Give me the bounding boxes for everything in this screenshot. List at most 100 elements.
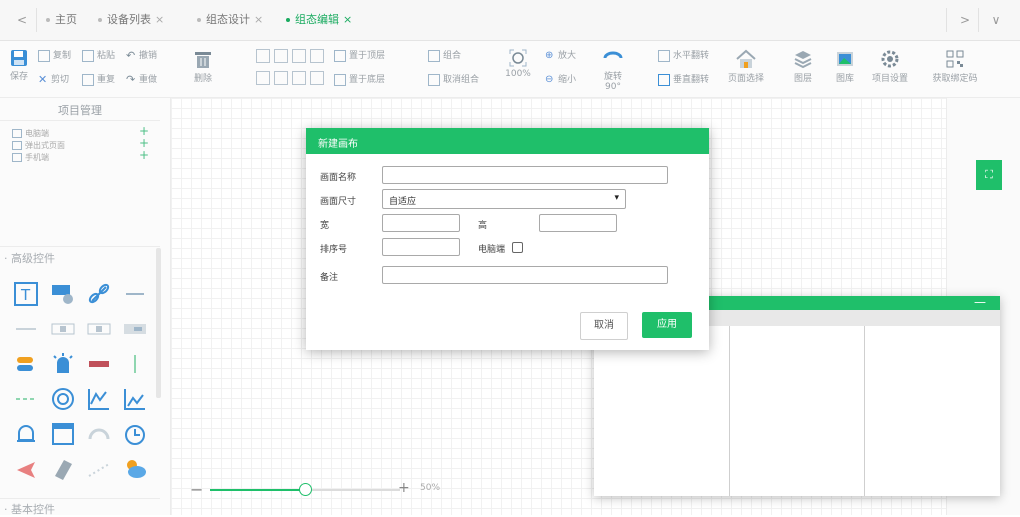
size-select[interactable]: 自适应 ▾ bbox=[382, 189, 626, 209]
hline-widget-icon[interactable] bbox=[13, 316, 39, 342]
left-panel-scrollbar[interactable] bbox=[156, 248, 161, 398]
delete-button[interactable]: 删除 bbox=[190, 49, 216, 84]
cancel-button[interactable]: 取消 bbox=[580, 312, 628, 340]
phone-icon bbox=[12, 153, 22, 162]
align-top-icon[interactable] bbox=[256, 71, 270, 85]
zoom-100-button[interactable]: 100% bbox=[503, 49, 533, 79]
button-widget-icon[interactable] bbox=[50, 281, 76, 307]
zoom-out-button[interactable]: ⊖ 缩小 bbox=[545, 73, 576, 87]
close-icon[interactable]: × bbox=[254, 13, 263, 26]
pipe-widget-icon[interactable] bbox=[13, 386, 39, 412]
eraser-widget-icon[interactable] bbox=[50, 456, 76, 482]
switch-widget-icon[interactable] bbox=[13, 351, 39, 377]
ungroup-button[interactable]: 取消组合 bbox=[428, 73, 479, 87]
rotate-label: 旋转90° bbox=[603, 72, 622, 92]
popup-icon bbox=[12, 141, 22, 150]
tab-menu-button[interactable]: ∨ bbox=[986, 10, 1006, 30]
align-middle-icon[interactable] bbox=[274, 71, 288, 85]
project-settings-button[interactable]: 项目设置 bbox=[870, 49, 910, 84]
text-widget-icon[interactable]: T bbox=[13, 281, 39, 307]
align-left-icon[interactable] bbox=[256, 49, 270, 63]
area-chart-widget-icon[interactable] bbox=[122, 386, 148, 412]
flip-vertical-button[interactable]: 垂直翻转 bbox=[658, 73, 709, 87]
bring-to-top-button[interactable]: 置于顶层 bbox=[334, 49, 385, 63]
vline-widget-icon[interactable] bbox=[122, 351, 148, 377]
layer-up-icon bbox=[334, 49, 346, 62]
tab-device-list[interactable]: 设备列表 × bbox=[98, 11, 164, 29]
bell-widget-icon[interactable] bbox=[13, 421, 39, 447]
dotted-line-widget-icon[interactable] bbox=[86, 456, 112, 482]
cut-button[interactable]: ✕ 剪切 bbox=[38, 73, 69, 87]
project-settings-label: 项目设置 bbox=[871, 74, 908, 84]
project-item-popup[interactable]: 弹出式页面 bbox=[12, 140, 65, 151]
group-button[interactable]: 组合 bbox=[428, 49, 461, 63]
project-item-mobile[interactable]: 手机端 bbox=[12, 152, 49, 163]
tab-prev-button[interactable]: < bbox=[12, 10, 32, 30]
tab-home[interactable]: 主页 bbox=[46, 11, 77, 29]
divider bbox=[0, 120, 160, 121]
close-icon[interactable]: × bbox=[155, 13, 164, 26]
name-input[interactable] bbox=[382, 166, 668, 184]
input-widget-icon[interactable] bbox=[50, 316, 76, 342]
tab-config-edit[interactable]: 组态编辑 × bbox=[286, 11, 352, 29]
order-input[interactable] bbox=[382, 238, 460, 256]
redo2-button[interactable]: ↷ 重做 bbox=[126, 73, 157, 87]
copy-button[interactable]: 复制 bbox=[38, 49, 71, 63]
tab-config-design[interactable]: 组态设计 × bbox=[197, 11, 263, 29]
advanced-controls-title[interactable]: · 高级控件 bbox=[4, 250, 55, 266]
toolbar: 保存 复制 ✕ 剪切 粘贴 重复 ↶ 撤销 ↷ 重做 删除 置于顶层 置于底层 组合 … bbox=[0, 41, 1020, 98]
zoom-in-slider-button[interactable]: + bbox=[398, 480, 410, 496]
line-widget-icon[interactable] bbox=[122, 281, 148, 307]
gallery-button[interactable]: 图库 bbox=[832, 49, 858, 84]
rotate-button[interactable]: 旋转90° bbox=[598, 49, 628, 92]
apply-button[interactable]: 应用 bbox=[642, 312, 692, 338]
line-chart-widget-icon[interactable] bbox=[86, 386, 112, 412]
page-select-button[interactable]: 页面选择 bbox=[728, 49, 764, 84]
remark-input[interactable] bbox=[382, 266, 668, 284]
zoom-in-button[interactable]: ⊕ 放大 bbox=[545, 49, 576, 63]
clock-widget-icon[interactable] bbox=[122, 421, 148, 447]
gauge-widget-icon[interactable] bbox=[50, 386, 76, 412]
align-distribute-v-icon[interactable] bbox=[310, 71, 324, 85]
add-mobile-page-icon[interactable]: + bbox=[139, 148, 149, 162]
save-button[interactable]: 保存 bbox=[8, 49, 30, 82]
link-widget-icon[interactable] bbox=[86, 281, 112, 307]
dialog-title: 新建画布 bbox=[318, 139, 358, 150]
paste-button[interactable]: 粘贴 bbox=[82, 49, 115, 63]
fullscreen-button[interactable]: ⛶ bbox=[976, 160, 1002, 190]
alarm-widget-icon[interactable] bbox=[50, 351, 76, 377]
get-qrcode-button[interactable]: 获取绑定码 bbox=[930, 49, 980, 84]
zoom-fit-icon bbox=[509, 49, 527, 67]
bar-widget-icon[interactable] bbox=[86, 351, 112, 377]
weather-widget-icon[interactable] bbox=[122, 456, 148, 482]
close-icon[interactable]: × bbox=[343, 13, 352, 26]
width-input[interactable] bbox=[382, 214, 460, 232]
zoom-out-slider-button[interactable]: − bbox=[190, 480, 203, 499]
select-widget-icon[interactable] bbox=[86, 316, 112, 342]
dashboard-widget-icon[interactable] bbox=[86, 421, 112, 447]
height-input[interactable] bbox=[539, 214, 617, 232]
height-label: 高 bbox=[478, 221, 488, 231]
tab-next-button[interactable]: > bbox=[955, 10, 975, 30]
align-center-icon[interactable] bbox=[274, 49, 288, 63]
undo-button[interactable]: ↶ 撤销 bbox=[126, 49, 157, 63]
layer-button[interactable]: 图层 bbox=[790, 49, 816, 84]
send-to-bottom-button[interactable]: 置于底层 bbox=[334, 73, 385, 87]
redo-button[interactable]: 重复 bbox=[82, 73, 115, 87]
flag-widget-icon[interactable] bbox=[13, 456, 39, 482]
send-to-bottom-label: 置于底层 bbox=[349, 75, 386, 85]
table-widget-icon[interactable] bbox=[50, 421, 76, 447]
align-bottom-icon[interactable] bbox=[292, 71, 306, 85]
project-item-pc[interactable]: 电脑端 bbox=[12, 128, 49, 139]
flip-horizontal-button[interactable]: 水平翻转 bbox=[658, 49, 709, 63]
align-distribute-h-icon[interactable] bbox=[310, 49, 324, 63]
dropdown-widget-icon[interactable] bbox=[122, 316, 148, 342]
minimize-icon[interactable]: — bbox=[974, 296, 986, 308]
pc-checkbox[interactable] bbox=[512, 242, 523, 253]
layers-icon bbox=[794, 51, 812, 69]
zoom-slider-thumb[interactable] bbox=[299, 483, 312, 496]
gallery-label: 图库 bbox=[835, 74, 854, 84]
align-right-icon[interactable] bbox=[292, 49, 306, 63]
trash-icon bbox=[195, 52, 211, 68]
divider bbox=[0, 246, 160, 247]
